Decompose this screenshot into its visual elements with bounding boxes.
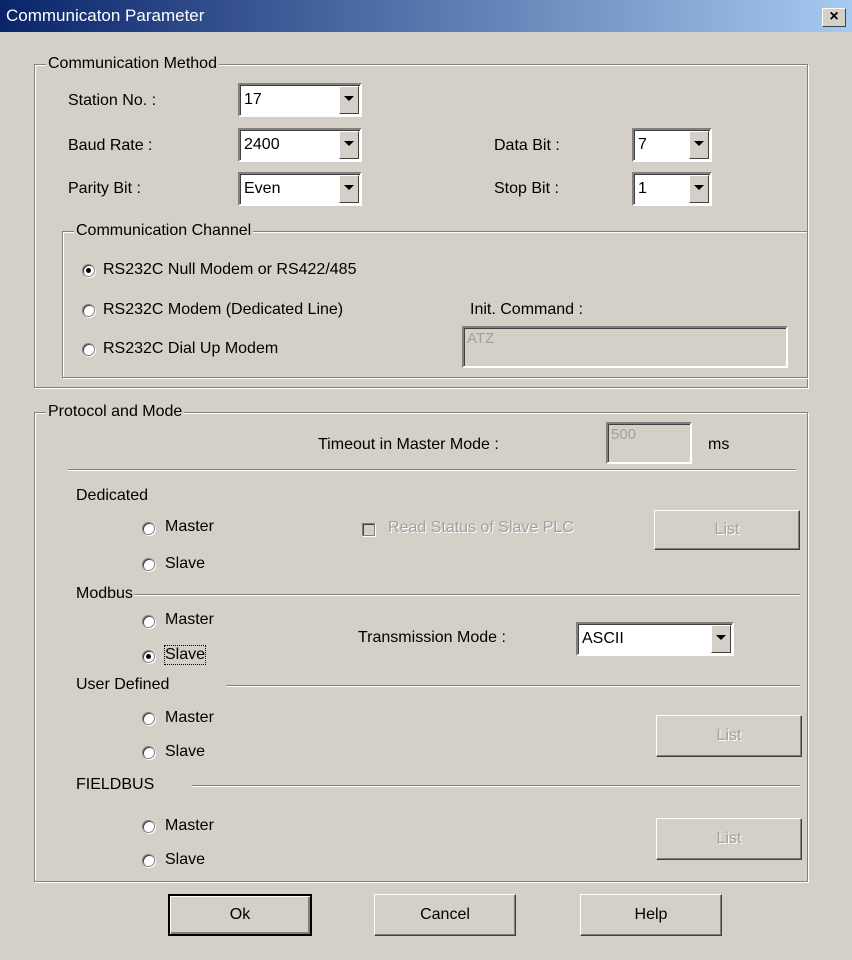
- baud-rate-select[interactable]: 2400: [238, 128, 362, 162]
- stop-bit-dropdown-button[interactable]: [689, 175, 709, 203]
- fieldbus-separator: [192, 785, 800, 787]
- ok-button[interactable]: Ok: [168, 894, 312, 936]
- timeout-field[interactable]: 500: [606, 422, 692, 464]
- chevron-down-icon: [344, 96, 354, 101]
- data-bit-select[interactable]: 7: [632, 128, 712, 162]
- user-defined-master-radio[interactable]: [142, 712, 155, 725]
- dedicated-list-label: List: [714, 521, 740, 538]
- help-button-label: Help: [634, 906, 668, 923]
- chevron-down-icon: [344, 141, 354, 146]
- transmission-mode-label: Transmission Mode :: [358, 629, 506, 646]
- modbus-master-radio[interactable]: [142, 615, 155, 628]
- dedicated-list-button[interactable]: List: [654, 510, 800, 550]
- chevron-down-icon: [344, 185, 354, 190]
- fieldbus-heading: FIELDBUS: [76, 776, 155, 793]
- radio-selected-dot: [86, 268, 91, 273]
- fieldbus-master-label[interactable]: Master: [165, 817, 214, 835]
- init-command-value: ATZ: [467, 330, 495, 347]
- data-bit-value: 7: [638, 136, 647, 153]
- ok-button-label: Ok: [229, 906, 251, 923]
- parity-bit-dropdown-button[interactable]: [339, 175, 359, 203]
- window-title: Communicaton Parameter: [6, 6, 205, 25]
- channel-null-modem-radio[interactable]: [82, 264, 95, 277]
- station-no-select[interactable]: 17: [238, 83, 362, 117]
- modbus-separator: [134, 594, 800, 596]
- fieldbus-slave-label[interactable]: Slave: [165, 851, 205, 869]
- transmission-mode-dropdown-button[interactable]: [711, 625, 731, 653]
- channel-dial-up-label[interactable]: RS232C Dial Up Modem: [103, 340, 278, 358]
- init-command-label: Init. Command :: [470, 301, 583, 318]
- user-defined-slave-label[interactable]: Slave: [165, 743, 205, 761]
- modbus-slave-radio[interactable]: [142, 650, 155, 663]
- baud-rate-value: 2400: [244, 136, 280, 153]
- chevron-down-icon: [694, 185, 704, 190]
- baud-rate-dropdown-button[interactable]: [339, 131, 359, 159]
- timeout-value: 500: [611, 426, 637, 443]
- user-defined-list-button[interactable]: List: [656, 715, 802, 757]
- cancel-button[interactable]: Cancel: [374, 894, 516, 936]
- fieldbus-slave-radio[interactable]: [142, 854, 155, 867]
- parity-bit-label: Parity Bit :: [68, 180, 141, 197]
- parity-bit-select[interactable]: Even: [238, 172, 362, 206]
- dedicated-master-radio[interactable]: [142, 522, 155, 535]
- dedicated-slave-label[interactable]: Slave: [165, 555, 205, 573]
- chevron-down-icon: [716, 635, 726, 640]
- dedicated-heading: Dedicated: [76, 487, 149, 504]
- modbus-slave-label[interactable]: Slave: [163, 645, 207, 665]
- station-no-dropdown-button[interactable]: [339, 86, 359, 114]
- fieldbus-list-label: List: [716, 830, 742, 847]
- close-icon: ×: [829, 8, 839, 25]
- channel-dial-up-radio[interactable]: [82, 343, 95, 356]
- timeout-unit: ms: [708, 436, 730, 453]
- data-bit-dropdown-button[interactable]: [689, 131, 709, 159]
- timeout-separator: [68, 469, 796, 471]
- communication-channel-legend: Communication Channel: [74, 222, 254, 240]
- modbus-master-label[interactable]: Master: [165, 611, 214, 629]
- communication-method-legend: Communication Method: [46, 55, 219, 73]
- dedicated-slave-radio[interactable]: [142, 558, 155, 571]
- user-defined-heading: User Defined: [76, 676, 170, 693]
- help-button[interactable]: Help: [580, 894, 722, 936]
- user-defined-separator: [226, 685, 800, 687]
- station-no-label: Station No. :: [68, 92, 157, 109]
- radio-selected-dot: [146, 654, 151, 659]
- cancel-button-label: Cancel: [420, 906, 470, 923]
- transmission-mode-value: ASCII: [582, 630, 624, 647]
- user-defined-list-label: List: [716, 727, 742, 744]
- user-defined-slave-radio[interactable]: [142, 746, 155, 759]
- read-status-label: Read Status of Slave PLC: [388, 519, 574, 536]
- fieldbus-list-button[interactable]: List: [656, 818, 802, 860]
- parity-bit-value: Even: [244, 180, 281, 197]
- protocol-mode-legend: Protocol and Mode: [46, 403, 185, 421]
- modbus-heading: Modbus: [76, 585, 133, 602]
- baud-rate-label: Baud Rate :: [68, 137, 153, 154]
- station-no-value: 17: [244, 91, 262, 108]
- timeout-label: Timeout in Master Mode :: [318, 436, 499, 453]
- channel-dedicated-line-label[interactable]: RS232C Modem (Dedicated Line): [103, 301, 343, 319]
- fieldbus-master-radio[interactable]: [142, 820, 155, 833]
- stop-bit-select[interactable]: 1: [632, 172, 712, 206]
- dedicated-master-label[interactable]: Master: [165, 518, 214, 536]
- channel-dedicated-line-radio[interactable]: [82, 304, 95, 317]
- transmission-mode-select[interactable]: ASCII: [576, 622, 734, 656]
- channel-null-modem-label[interactable]: RS232C Null Modem or RS422/485: [103, 261, 356, 279]
- read-status-checkbox[interactable]: [362, 523, 375, 536]
- init-command-field[interactable]: ATZ: [462, 326, 788, 368]
- chevron-down-icon: [694, 141, 704, 146]
- data-bit-label: Data Bit :: [494, 137, 560, 154]
- user-defined-master-label[interactable]: Master: [165, 709, 214, 727]
- close-button[interactable]: ×: [822, 8, 846, 27]
- stop-bit-value: 1: [638, 180, 647, 197]
- stop-bit-label: Stop Bit :: [494, 180, 559, 197]
